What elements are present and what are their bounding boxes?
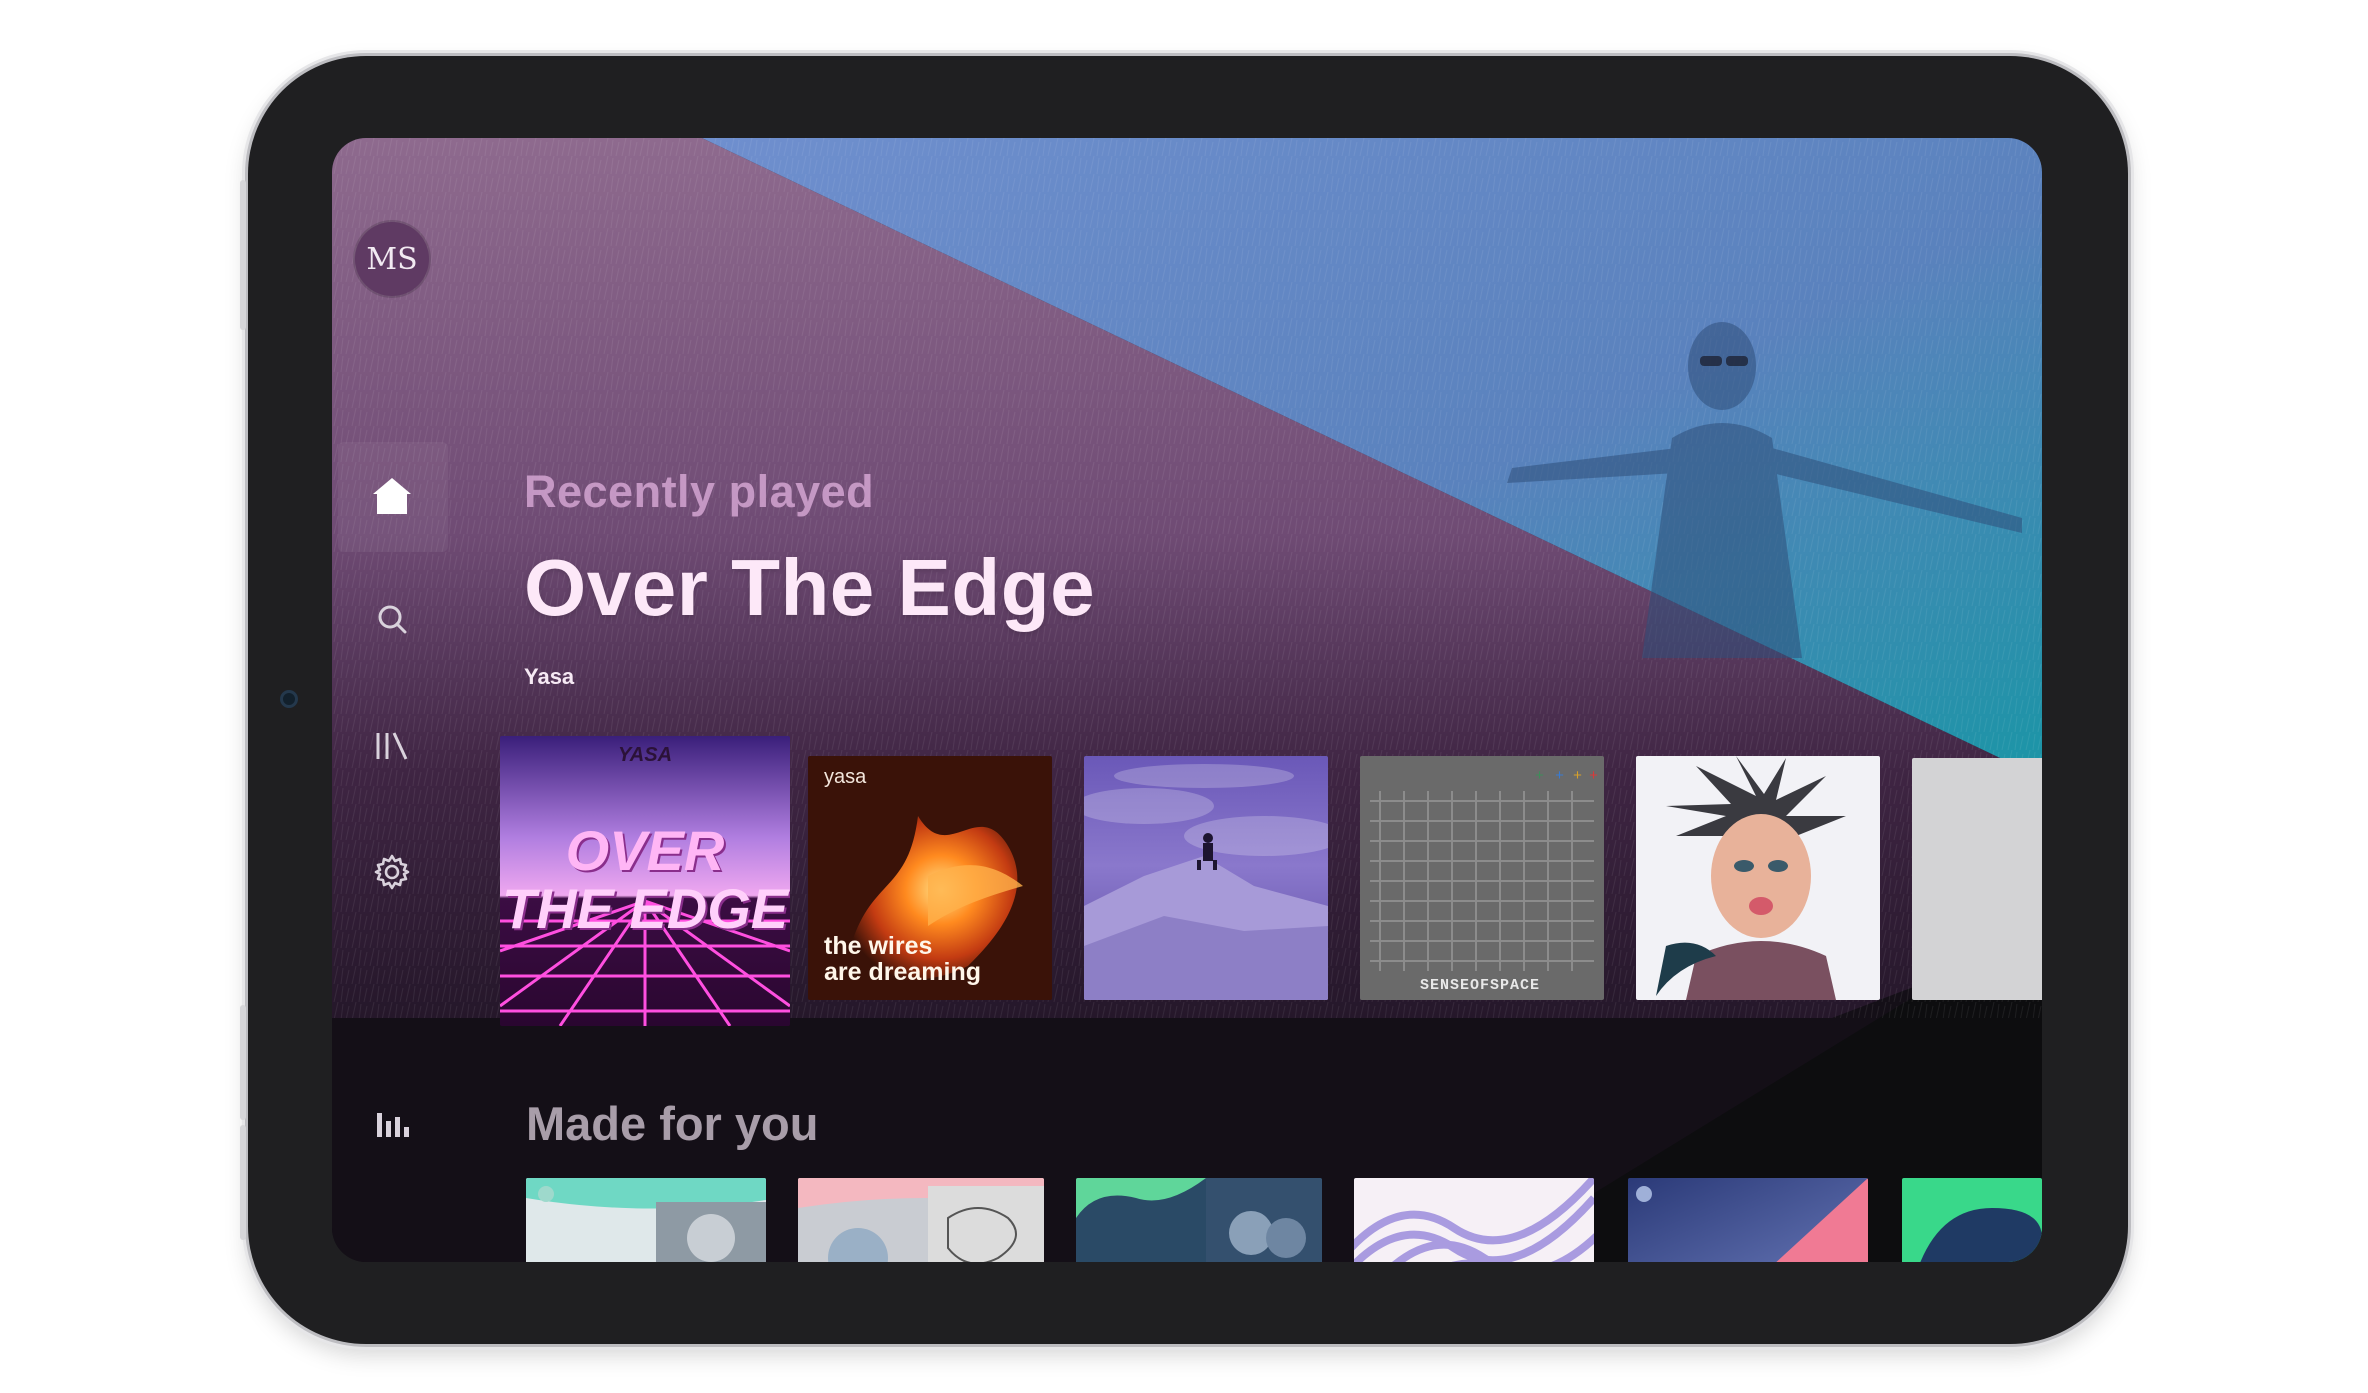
nav-search[interactable]	[352, 580, 432, 660]
mix-cover-art	[526, 1178, 766, 1262]
app-screen: MS Recently played Over The Edge Yasa YA…	[332, 138, 2042, 1262]
sidebar-nav: MS	[332, 138, 452, 1262]
mix-cover-art	[1902, 1178, 2042, 1262]
svg-text:+: +	[1535, 768, 1544, 785]
nav-library[interactable]	[352, 706, 432, 786]
main-content: Recently played Over The Edge Yasa YASA …	[500, 138, 2042, 1262]
svg-text:+: +	[1555, 768, 1564, 785]
home-icon	[373, 478, 411, 514]
nav-stats[interactable]	[352, 1084, 432, 1164]
hero-artist[interactable]: Yasa	[524, 664, 574, 690]
avatar-initials: MS	[366, 241, 418, 277]
cover-label-yasa: YASA	[617, 744, 673, 766]
album-tile-purple-mountain[interactable]	[1084, 756, 1328, 1000]
album-cover-art	[1084, 756, 1328, 1000]
mix-cover-art	[1076, 1178, 1322, 1262]
hero-title[interactable]: Over The Edge	[524, 542, 1095, 634]
bar-chart-icon	[377, 1113, 409, 1137]
cover-title-line-1: OVER	[565, 819, 725, 882]
cover-title-line-1: the wires	[824, 932, 933, 960]
avatar[interactable]: MS	[355, 222, 429, 296]
mix-cover-art	[798, 1178, 1044, 1262]
mix-tile-6[interactable]	[1902, 1178, 2042, 1262]
search-icon	[378, 605, 407, 634]
mix-tile-2[interactable]	[798, 1178, 1044, 1262]
library-icon	[376, 732, 408, 760]
side-button-mid	[240, 1005, 246, 1120]
mix-tile-3[interactable]	[1076, 1178, 1322, 1262]
side-button-top	[240, 180, 246, 330]
gear-icon	[374, 854, 410, 890]
cover-title-line-2: are dreaming	[824, 958, 982, 986]
album-tile-sense-of-space[interactable]: + + + + SENSEOFSPACE	[1360, 756, 1604, 1000]
svg-text:+: +	[1573, 768, 1582, 785]
cover-label-yasa: yasa	[824, 766, 867, 788]
nav-home[interactable]	[352, 456, 432, 536]
recently-played-heading: Recently played	[524, 466, 875, 517]
album-cover-art: + + + +	[1360, 756, 1604, 1000]
cover-title-line-2: THE EDGE	[501, 877, 789, 940]
cover-label-senseofspace: SENSEOFSPACE	[1420, 977, 1541, 994]
album-tile-wires-are-dreaming[interactable]: yasa the wires are dreaming	[808, 756, 1052, 1000]
mix-cover-art	[1628, 1178, 1868, 1262]
album-tile-spiky-portrait[interactable]	[1636, 756, 1880, 1000]
side-button-low	[240, 1125, 246, 1240]
made-for-you-heading: Made for you	[526, 1097, 819, 1150]
svg-text:+: +	[1589, 768, 1598, 785]
mix-tile-1[interactable]	[526, 1178, 766, 1262]
album-tile-over-the-edge[interactable]: YASA OVER THE EDGE	[500, 736, 790, 1026]
album-cover-art	[1636, 756, 1880, 1000]
album-tile-blank[interactable]	[1912, 758, 2042, 1000]
front-camera	[280, 690, 298, 708]
mix-cover-art	[1354, 1178, 1594, 1262]
mix-tile-5[interactable]	[1628, 1178, 1868, 1262]
mix-tile-4[interactable]	[1354, 1178, 1594, 1262]
nav-settings[interactable]	[352, 832, 432, 912]
